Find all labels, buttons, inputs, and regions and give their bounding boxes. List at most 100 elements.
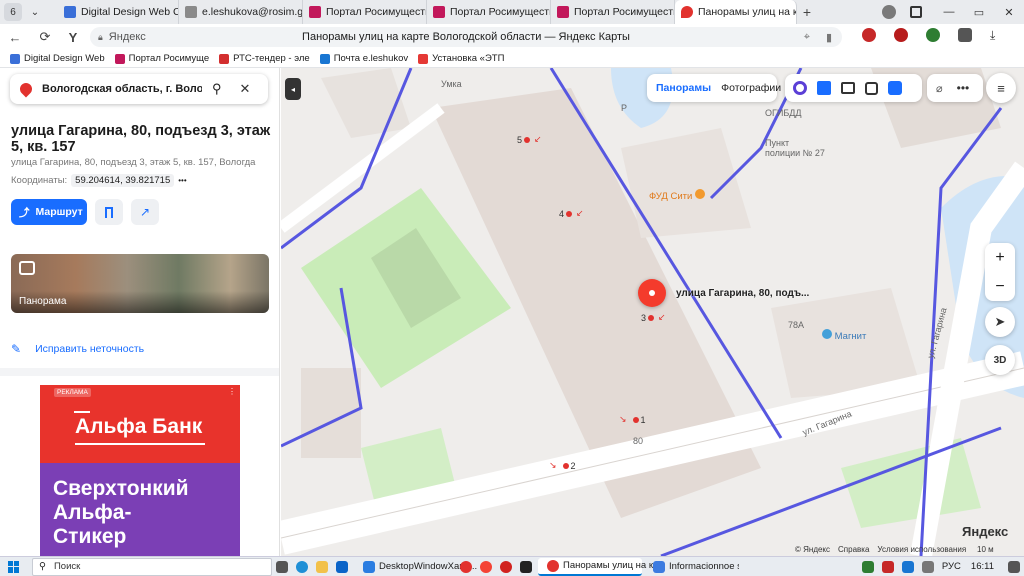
panorama-preview[interactable]: Панорама	[11, 254, 269, 313]
search-box[interactable]: Вологодская область, г. Вологда, ул. I ⚲…	[10, 74, 268, 104]
location-icon[interactable]: ⌖	[804, 31, 810, 44]
label-fud-city[interactable]: ФУД Сити	[649, 189, 705, 202]
tab-1[interactable]: e.leshukova@rosim.gov	[179, 0, 303, 24]
task-view-icon[interactable]	[276, 560, 288, 573]
tab-panoramas[interactable]: Панорамы	[656, 82, 711, 94]
notifications-icon[interactable]	[1008, 560, 1020, 573]
extension-icon[interactable]	[926, 28, 940, 42]
bookmark-item[interactable]: Портал Росимуще	[114, 53, 209, 64]
tab-list-chevron-icon[interactable]: ⌄	[26, 3, 44, 21]
menu-button[interactable]: ≡	[986, 73, 1016, 103]
help-link[interactable]: Справка	[838, 545, 869, 554]
tab-favicon	[557, 6, 569, 18]
minimize-icon[interactable]: —	[934, 6, 964, 18]
download-icon[interactable]: ⤓	[990, 28, 1004, 42]
yandex-icon[interactable]	[480, 560, 492, 573]
tab-photos[interactable]: Фотографии	[721, 82, 781, 94]
taskbar-app[interactable]: Informacionnoe soob...	[644, 558, 744, 576]
label-police[interactable]: Пункт полиции № 27	[765, 138, 825, 158]
opera-icon[interactable]	[500, 560, 512, 573]
tab-2[interactable]: Портал Росимущества	[303, 0, 427, 24]
map-canvas[interactable]: Умка ОГИБДД Пункт полиции № 27 ФУД Сити …	[281, 68, 1024, 556]
tab-counter[interactable]: 6	[4, 3, 22, 21]
refresh-icon[interactable]: ⟳	[34, 29, 56, 45]
search-icon[interactable]: ⚲	[212, 81, 222, 97]
language-indicator[interactable]: РУС	[942, 561, 961, 572]
maximize-icon[interactable]: ▭	[964, 6, 994, 19]
ad-banner[interactable]: РЕКЛАМА ⋮ Альфа Банк Сверхтонкий Альфа- …	[40, 385, 240, 556]
extension-icon[interactable]	[894, 28, 908, 42]
taskbar-app-active[interactable]: Панорамы улиц на к...	[538, 557, 661, 576]
label-umka[interactable]: Умка	[441, 79, 462, 89]
search-input[interactable]: Вологодская область, г. Вологда, ул. I	[42, 83, 202, 95]
close-icon[interactable]: ✕	[240, 81, 251, 97]
close-window-icon[interactable]: ✕	[994, 6, 1024, 19]
yandex-y-icon[interactable]: Y	[62, 30, 84, 45]
coords-value[interactable]: 59.204614, 39.821715	[71, 174, 175, 187]
tab-0[interactable]: Digital Design Web Clie	[58, 0, 179, 24]
taskbar-search[interactable]: ⚲ Поиск	[32, 557, 272, 576]
app-icon	[363, 560, 375, 573]
bookmark-item[interactable]: Почта e.leshukov	[319, 53, 408, 64]
entrance-marker[interactable]: ↘ 1	[619, 414, 646, 425]
address-field[interactable]: 🔒︎ Яндекс Панорамы улиц на карте Вологод…	[90, 27, 842, 47]
ad-brand: Альфа Банк	[75, 415, 203, 438]
save-bookmark-button[interactable]	[95, 199, 123, 225]
pencil-icon: ✎	[11, 342, 22, 356]
panorama-icon	[19, 261, 35, 275]
tray-icon[interactable]	[861, 560, 874, 573]
entrance-marker[interactable]: 3 ↙	[641, 312, 666, 323]
layers-map-icon[interactable]	[817, 81, 831, 95]
ruler-icon[interactable]: ⌀	[936, 82, 943, 95]
bookmark-icon[interactable]: ▮	[826, 31, 832, 44]
selected-place-pin[interactable]	[638, 279, 666, 307]
bookmark-item[interactable]: Digital Design Web	[10, 53, 105, 64]
entrance-marker[interactable]: 4 ↙	[559, 208, 584, 219]
terms-link[interactable]: Условия использования	[877, 545, 966, 554]
back-icon[interactable]: ←	[4, 30, 26, 45]
network-icon[interactable]	[921, 560, 934, 573]
yandex-browser-icon[interactable]	[460, 560, 472, 573]
entrance-marker[interactable]: 5 ↙	[517, 134, 542, 145]
selected-place-label[interactable]: улица Гагарина, 80, подъ...	[676, 288, 809, 299]
share-button[interactable]: ↗	[131, 199, 159, 225]
bus-icon[interactable]	[865, 81, 878, 95]
route-button[interactable]: ⤴ Маршрут	[11, 199, 87, 225]
tab-4[interactable]: Портал Росимущества	[551, 0, 675, 24]
geolocation-button[interactable]: ➤	[985, 307, 1015, 337]
windows-start-icon[interactable]	[8, 560, 20, 573]
ad-more-icon[interactable]: ⋮	[228, 387, 236, 396]
extension-icon[interactable]	[958, 28, 972, 42]
3d-button[interactable]: 3D	[985, 345, 1015, 375]
tray-icon[interactable]	[901, 560, 914, 573]
tab-5-active[interactable]: Панорамы улиц на к ✕	[675, 0, 797, 24]
zoom-out-button[interactable]: −	[995, 278, 1004, 296]
traffic-icon[interactable]	[888, 81, 902, 95]
edge-icon[interactable]	[296, 560, 308, 573]
app-icon[interactable]	[520, 560, 532, 573]
entrance-marker[interactable]: ↘ 2	[549, 460, 576, 471]
new-tab-button[interactable]: +	[797, 4, 817, 20]
file-explorer-icon[interactable]	[316, 560, 328, 573]
clock[interactable]: 16:11	[971, 561, 994, 572]
fix-error-link[interactable]: ✎ Исправить неточность	[11, 342, 144, 356]
profile-avatar-icon[interactable]	[882, 5, 896, 19]
more-icon[interactable]: •••	[957, 81, 970, 95]
bookmark-manager-icon[interactable]	[910, 6, 922, 18]
coords-more-button[interactable]: •••	[178, 176, 186, 185]
tray-icon[interactable]	[881, 560, 894, 573]
zoom-in-button[interactable]: +	[995, 249, 1004, 267]
alice-icon[interactable]	[793, 81, 807, 95]
bookmark-item[interactable]: РТС-тендер - эле	[219, 53, 310, 64]
extension-icon[interactable]	[862, 28, 876, 42]
outlook-icon[interactable]	[336, 560, 348, 573]
bookmark-item[interactable]: Установка «ЭТП	[418, 53, 504, 64]
taskbar-app[interactable]: DesktopWindowXaml...	[354, 558, 477, 576]
label-gibdd[interactable]: ОГИБДД	[765, 108, 801, 118]
collapse-sidebar-button[interactable]: ◂	[285, 78, 301, 100]
label-magnit[interactable]: Магнит	[822, 329, 866, 342]
camera-icon[interactable]	[841, 82, 855, 94]
tab-3[interactable]: Портал Росимущества	[427, 0, 551, 24]
copyright[interactable]: © Яндекс	[795, 545, 830, 554]
ad-line2: Альфа-	[53, 501, 132, 524]
